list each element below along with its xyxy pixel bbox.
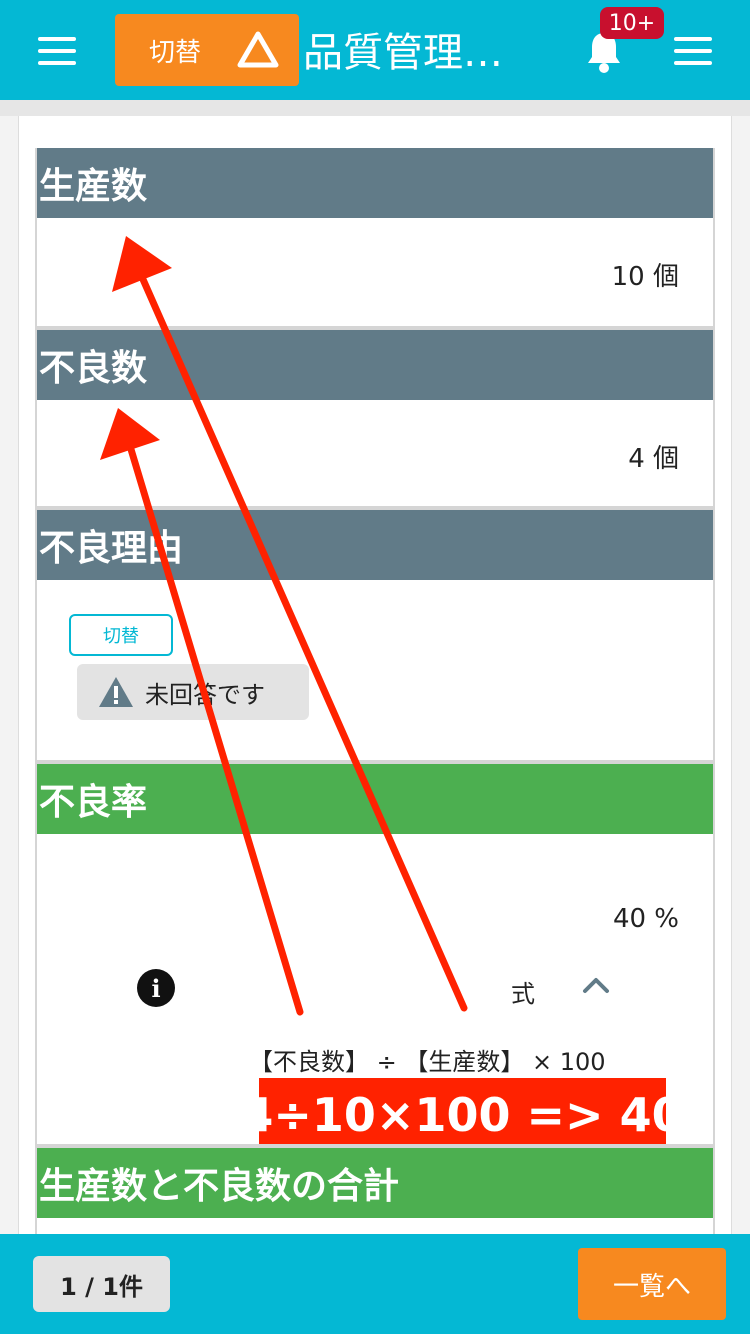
section-title: 不良理由 xyxy=(37,510,713,580)
unanswered-text: 未回答です xyxy=(145,680,265,709)
defects-value: 4 個 xyxy=(628,444,679,474)
chevron-up-icon[interactable] xyxy=(581,972,611,996)
section-title: 生産数 xyxy=(37,148,713,218)
annotation-calc-label: 4÷10×100 => 40 xyxy=(241,1078,684,1152)
section-production: 生産数 10 個 xyxy=(35,148,715,328)
production-value: 10 個 xyxy=(611,262,679,292)
rate-value: 40 % xyxy=(612,904,679,934)
section-title: 不良数 xyxy=(37,330,713,400)
warning-icon xyxy=(99,677,133,707)
header-shadow xyxy=(0,100,750,116)
page-title: 品質管理… xyxy=(303,30,503,76)
pager-indicator: 1 / 1件 xyxy=(33,1256,170,1312)
bottom-bar: 1 / 1件 一覧へ xyxy=(0,1234,750,1334)
switch-button-label: 切替 xyxy=(149,37,202,68)
switch-button[interactable]: 切替 xyxy=(115,14,299,86)
formula-text: 【不良数】 ÷ 【生産数】 × 100 xyxy=(249,1048,606,1076)
section-rate: 不良率 40 % i 式 【不良数】 ÷ 【生産数】 × 100 4÷10×10… xyxy=(35,764,715,1152)
section-title: 不良率 xyxy=(37,764,713,834)
section-defects: 不良数 4 個 xyxy=(35,330,715,508)
notification-badge: 10+ xyxy=(600,7,664,39)
section-title: 生産数と不良数の合計 xyxy=(37,1148,713,1218)
list-button[interactable]: 一覧へ xyxy=(578,1248,726,1320)
more-menu-icon[interactable] xyxy=(674,37,712,65)
reason-switch-button[interactable]: 切替 xyxy=(69,614,173,656)
warning-triangle-icon xyxy=(237,31,279,68)
formula-label: 式 xyxy=(511,980,535,1008)
info-icon[interactable]: i xyxy=(137,969,175,1007)
unanswered-notice: 未回答です xyxy=(77,664,309,720)
top-app-bar: 切替 品質管理… 10+ xyxy=(0,0,750,100)
menu-icon[interactable] xyxy=(38,37,76,65)
section-reason: 不良理由 切替 未回答です xyxy=(35,510,715,762)
section-total: 生産数と不良数の合計 xyxy=(35,1148,715,1236)
